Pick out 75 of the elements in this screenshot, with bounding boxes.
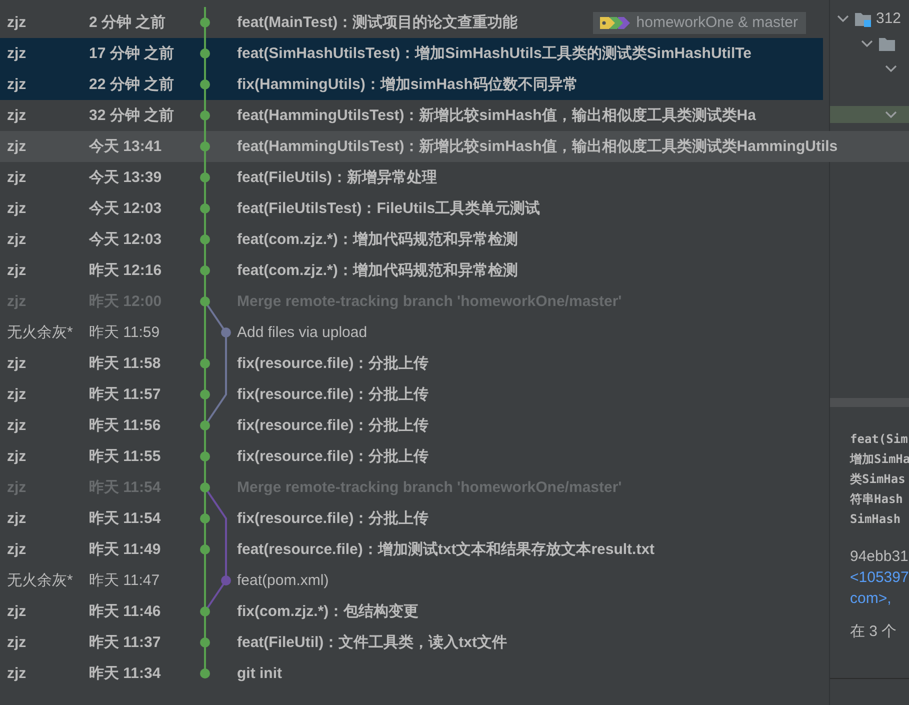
- author-email-link[interactable]: com>,: [850, 590, 892, 607]
- author-cell: zjz: [7, 510, 26, 527]
- commit-message: fix(com.zjz.*)：包结构变更: [237, 602, 419, 621]
- tree-label: 312: [876, 10, 902, 27]
- commit-message: git init: [237, 665, 282, 682]
- author-cell: zjz: [7, 603, 26, 620]
- tree-row[interactable]: 312: [830, 6, 909, 31]
- commit-message: feat(MainTest)：测试项目的论文查重功能: [237, 13, 518, 32]
- commit-message: feat(com.zjz.*)：增加代码规范和异常检测: [237, 230, 518, 249]
- author-cell: zjz: [7, 417, 26, 434]
- date-cell: 昨天 11:37: [89, 633, 161, 652]
- commit-message: Add files via upload: [237, 324, 368, 341]
- commit-message-line: feat(Sim: [850, 432, 908, 446]
- folder-icon: [854, 10, 872, 26]
- author-cell: zjz: [7, 138, 26, 155]
- commit-message-line: 增加SimHa: [850, 452, 909, 466]
- author-email-link[interactable]: <105397: [850, 569, 909, 586]
- author-cell: zjz: [7, 262, 26, 279]
- date-cell: 今天 13:41: [89, 137, 162, 156]
- author-cell: zjz: [7, 76, 26, 93]
- date-cell: 今天 12:03: [89, 199, 162, 218]
- date-cell: 昨天 11:34: [89, 664, 161, 683]
- date-cell: 昨天 11:54: [89, 509, 161, 528]
- commit-message: feat(FileUtils)：新增异常处理: [237, 168, 438, 187]
- author-cell: zjz: [7, 386, 26, 403]
- date-cell: 昨天 11:57: [89, 385, 161, 404]
- branch-tag: homeworkOne & master: [593, 12, 806, 34]
- commit-message: feat(HammingUtilsTest)：新增比较simHash值，输出相似度工具类测试类Ha: [237, 106, 756, 125]
- folder-icon: [878, 36, 896, 52]
- commit-message-line: SimHash: [850, 512, 901, 526]
- commit-hash: 94ebb31: [850, 548, 908, 565]
- date-cell: 昨天 11:47: [89, 571, 160, 590]
- date-cell: 昨天 11:49: [89, 540, 161, 559]
- commit-message: feat(FileUtilsTest)：FileUtils工具类单元测试: [237, 199, 540, 218]
- date-cell: 32 分钟 之前: [89, 106, 174, 125]
- author-cell: zjz: [7, 448, 26, 465]
- commit-message: fix(resource.file)：分批上传: [237, 447, 429, 466]
- date-cell: 昨天 12:16: [89, 261, 162, 280]
- commit-message: feat(com.zjz.*)：增加代码规范和异常检测: [237, 261, 518, 280]
- author-cell: zjz: [7, 14, 26, 31]
- tag-icon: [599, 14, 632, 30]
- author-cell: 无火余灰*: [7, 323, 73, 342]
- author-cell: zjz: [7, 231, 26, 248]
- author-cell: zjz: [7, 355, 26, 372]
- commit-message: feat(FileUtil)：文件工具类，读入txt文件: [237, 633, 507, 652]
- commit-message-line: 符串Hash: [850, 492, 903, 506]
- commit-message: feat(resource.file)：增加测试txt文本和结果存放文本result.txt: [237, 540, 655, 559]
- commit-message: feat(SimHashUtilsTest)：增加SimHashUtils工具类的测试类SimHashUtilTe: [237, 44, 752, 63]
- author-cell: zjz: [7, 45, 26, 62]
- commit-summary: 在 3 个: [850, 623, 897, 640]
- date-cell: 17 分钟 之前: [89, 44, 174, 63]
- commit-message: fix(HammingUtils)：增加simHash码位数不同异常: [237, 75, 578, 94]
- commit-message: fix(resource.file)：分批上传: [237, 354, 429, 373]
- author-cell: 无火余灰*: [7, 571, 73, 590]
- author-cell: zjz: [7, 634, 26, 651]
- commit-message: feat(pom.xml): [237, 572, 329, 589]
- date-cell: 22 分钟 之前: [89, 75, 174, 94]
- author-cell: zjz: [7, 107, 26, 124]
- commit-message-line: 类SimHas: [850, 472, 906, 486]
- date-cell: 昨天 11:56: [89, 416, 161, 435]
- date-cell: 昨天 11:55: [89, 447, 161, 466]
- date-cell: 昨天 11:59: [89, 323, 160, 342]
- author-cell: zjz: [7, 169, 26, 186]
- date-cell: 今天 12:03: [89, 230, 162, 249]
- commit-message: fix(resource.file)：分批上传: [237, 385, 429, 404]
- commit-message: fix(resource.file)：分批上传: [237, 416, 429, 435]
- commit-message: fix(resource.file)：分批上传: [237, 509, 429, 528]
- author-cell: zjz: [7, 200, 26, 217]
- author-cell: zjz: [7, 665, 26, 682]
- date-cell: 昨天 11:58: [89, 354, 161, 373]
- date-cell: 2 分钟 之前: [89, 13, 166, 32]
- date-cell: 今天 13:39: [89, 168, 162, 187]
- date-cell: 昨天 11:46: [89, 602, 161, 621]
- author-cell: zjz: [7, 541, 26, 558]
- commit-message: feat(HammingUtilsTest)：新增比较simHash值，输出相似度工具类测试类HammingUtils: [237, 137, 838, 156]
